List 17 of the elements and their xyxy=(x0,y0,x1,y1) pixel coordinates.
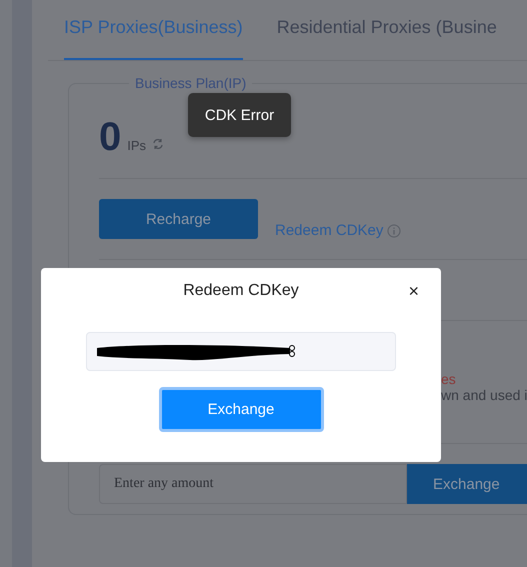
notice-title: es xyxy=(441,371,457,387)
ip-unit: IPs xyxy=(127,138,146,153)
close-button[interactable]: × xyxy=(406,282,421,300)
dialog-title: Redeem CDKey xyxy=(183,282,299,300)
exchange-button[interactable]: Exchange xyxy=(158,387,324,432)
plan-legend: Business Plan(IP) xyxy=(129,75,252,91)
redeem-link[interactable]: Redeem CDKey xyxy=(275,222,384,239)
recharge-button[interactable]: Recharge xyxy=(99,199,258,239)
tab[interactable]: Residential Proxies (Busine xyxy=(276,0,497,58)
tab[interactable]: ISP Proxies(Business) xyxy=(64,0,243,60)
info-icon xyxy=(387,224,402,238)
code-field[interactable] xyxy=(86,332,396,371)
amount-field[interactable]: Enter any amount xyxy=(99,464,407,504)
notice-text: wn and used i xyxy=(441,387,527,403)
ip-count: 0 xyxy=(99,115,122,160)
error-tooltip: CDK Error xyxy=(188,93,291,137)
exchange-button[interactable]: Exchange xyxy=(407,464,527,504)
